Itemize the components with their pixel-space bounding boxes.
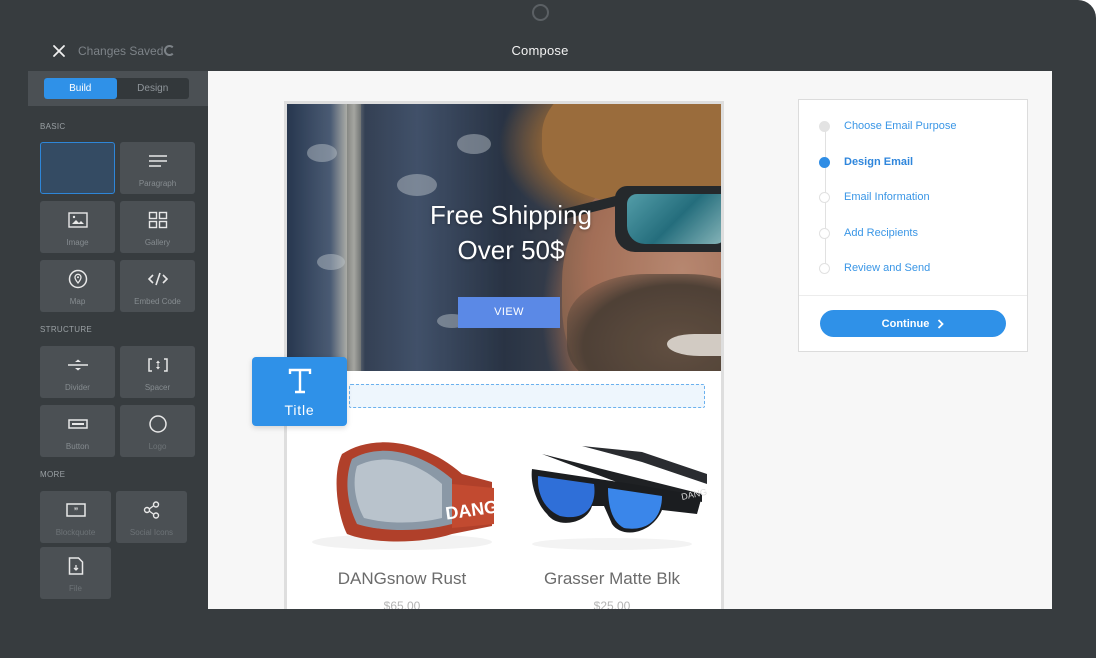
step-add-recipients[interactable]: Add Recipients xyxy=(819,225,918,241)
block-tile-title-slot[interactable] xyxy=(40,142,115,194)
step-label: Review and Send xyxy=(844,262,931,274)
block-tile-embed-code[interactable]: Embed Code xyxy=(120,260,195,312)
step-dot-done xyxy=(819,120,830,132)
image-icon xyxy=(67,212,88,228)
product-image-goggles: DANG xyxy=(312,442,499,550)
gallery-icon xyxy=(148,211,167,229)
quote-icon: ” xyxy=(65,503,86,517)
device-frame: Changes Saved Compose Build Design BASIC… xyxy=(0,0,1096,658)
block-tile-map[interactable]: Map xyxy=(40,260,115,312)
divider xyxy=(799,295,1027,296)
block-tile-button[interactable]: Button xyxy=(40,405,115,457)
progress-steps-panel: Choose Email Purpose Design Email Email … xyxy=(798,99,1028,352)
block-tile-paragraph[interactable]: Paragraph xyxy=(120,142,195,194)
step-label: Email Information xyxy=(844,191,930,203)
tab-build[interactable]: Build xyxy=(44,78,117,99)
block-tile-label: Button xyxy=(65,442,90,451)
block-tile-image[interactable]: Image xyxy=(40,201,115,253)
spacer-icon xyxy=(147,358,168,372)
section-label-more: MORE xyxy=(40,470,66,479)
block-tile-label: Blockquote xyxy=(55,528,96,537)
product-card[interactable]: DANG Grasser Matte Blk $25.00 xyxy=(512,424,712,609)
step-review-and-send[interactable]: Review and Send xyxy=(819,260,930,276)
block-tile-label: File xyxy=(69,584,82,593)
button-icon xyxy=(67,419,88,429)
step-choose-email-purpose[interactable]: Choose Email Purpose xyxy=(819,118,957,134)
hero-headline-line1: Free Shipping xyxy=(430,200,592,230)
svg-text:”: ” xyxy=(73,506,78,516)
product-price: $65.00 xyxy=(383,599,421,609)
step-dot-pending xyxy=(819,262,830,274)
step-label: Choose Email Purpose xyxy=(844,120,957,132)
product-name: Grasser Matte Blk xyxy=(543,569,681,588)
step-dot-current xyxy=(819,156,830,168)
block-sidebar: Build Design BASIC Paragraph Image Galle… xyxy=(28,71,208,658)
block-tile-label: Social Icons xyxy=(129,528,174,537)
block-tile-label: Embed Code xyxy=(134,297,181,306)
file-download-icon xyxy=(68,557,83,575)
block-tile-spacer[interactable]: Spacer xyxy=(120,346,195,398)
block-tile-label: Map xyxy=(69,297,86,306)
section-label-structure: STRUCTURE xyxy=(40,325,93,334)
product-price: $25.00 xyxy=(593,599,631,609)
page-title: Compose xyxy=(511,43,569,58)
product-name: DANGsnow Rust xyxy=(337,569,467,588)
continue-label: Continue xyxy=(881,317,930,330)
text-t-icon xyxy=(288,368,311,394)
map-pin-icon xyxy=(68,269,87,289)
step-label: Add Recipients xyxy=(844,227,918,239)
block-tile-label: Gallery xyxy=(144,238,171,247)
product-image-sunglasses: DANG xyxy=(531,446,708,550)
block-tile-label: Spacer xyxy=(144,383,171,392)
block-tile-label: Divider xyxy=(65,383,90,392)
block-tile-gallery[interactable]: Gallery xyxy=(120,201,195,253)
paragraph-icon xyxy=(148,155,167,167)
block-tile-file[interactable]: File xyxy=(40,547,111,599)
hero-banner[interactable]: Free Shipping Over 50$ VIEW xyxy=(287,104,721,371)
step-dot-pending xyxy=(819,227,830,239)
code-icon xyxy=(147,272,168,286)
view-button[interactable]: VIEW xyxy=(458,297,560,328)
dragged-title-block[interactable]: Title xyxy=(252,357,347,426)
step-design-email[interactable]: Design Email xyxy=(819,154,913,170)
hero-headline: Free Shipping Over 50$ xyxy=(287,198,721,268)
mode-bar: Build Design xyxy=(28,71,208,106)
block-tile-label: Image xyxy=(66,238,89,247)
chevron-right-icon xyxy=(938,318,945,329)
email-preview: Free Shipping Over 50$ VIEW DANG DANGsno… xyxy=(284,101,724,609)
block-tile-logo[interactable]: Logo xyxy=(120,405,195,457)
block-tile-label: Paragraph xyxy=(138,179,177,188)
divider-icon xyxy=(67,359,88,371)
hero-headline-line2: Over 50$ xyxy=(457,235,565,265)
step-email-information[interactable]: Email Information xyxy=(819,189,930,205)
step-label: Design Email xyxy=(844,156,914,168)
block-tile-social-icons[interactable]: Social Icons xyxy=(116,491,187,543)
share-icon xyxy=(143,501,159,519)
logo-circle-icon xyxy=(148,415,167,433)
camera-icon xyxy=(532,4,549,21)
step-dot-pending xyxy=(819,191,830,203)
product-card[interactable]: DANG DANGsnow Rust $65.00 xyxy=(302,424,502,609)
tab-design[interactable]: Design xyxy=(117,78,190,99)
dragged-block-label: Title xyxy=(284,402,315,418)
block-tile-divider[interactable]: Divider xyxy=(40,346,115,398)
block-tile-label: Logo xyxy=(148,442,167,451)
mode-toggle: Build Design xyxy=(44,78,189,99)
continue-button[interactable]: Continue xyxy=(820,310,1006,337)
block-tile-blockquote[interactable]: ” Blockquote xyxy=(40,491,111,543)
drop-zone-placeholder[interactable] xyxy=(349,384,705,408)
section-label-basic: BASIC xyxy=(40,122,66,131)
